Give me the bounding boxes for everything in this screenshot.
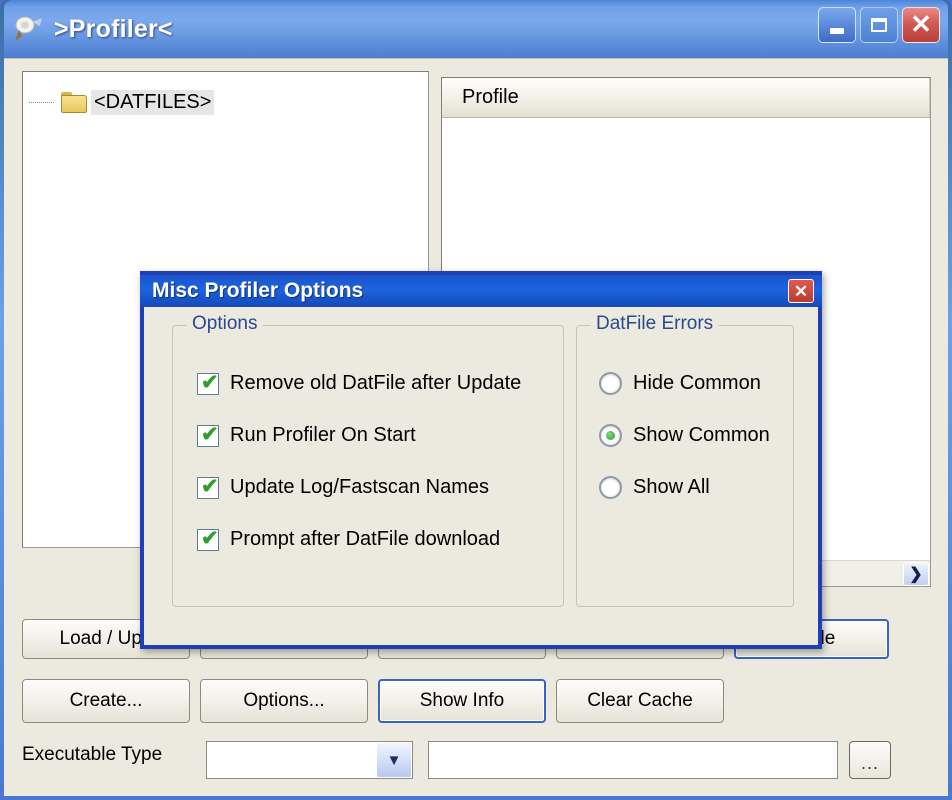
- checkbox-box[interactable]: ✔: [197, 422, 219, 447]
- tree-item-label: <DATFILES>: [91, 90, 215, 115]
- window-controls: ✕: [818, 7, 940, 43]
- radio-show-common[interactable]: Show Common: [599, 424, 770, 447]
- datfile-errors-groupbox: DatFile Errors Hide Common Show Common S…: [576, 313, 794, 607]
- options-group-title: Options: [187, 313, 263, 335]
- dialog-close-button[interactable]: ✕: [788, 279, 814, 303]
- datfile-errors-group-title: DatFile Errors: [591, 313, 719, 335]
- load-update-label: Load / Upd: [59, 628, 153, 649]
- checkbox-prompt-after-datfile-download[interactable]: ✔ Prompt after DatFile download: [197, 526, 501, 551]
- list-header: Profile: [442, 78, 930, 118]
- check-icon: ✔: [201, 474, 219, 498]
- tree-connector-line: [29, 102, 55, 103]
- maximize-icon: [871, 18, 887, 32]
- check-icon: ✔: [201, 526, 219, 550]
- window-title: >Profiler<: [54, 14, 173, 43]
- browse-button[interactable]: ...: [849, 741, 891, 779]
- checkbox-label: Run Profiler On Start: [230, 424, 416, 446]
- folder-icon: [61, 92, 87, 113]
- show-info-label: Show Info: [419, 690, 505, 711]
- checkbox-run-profiler-on-start[interactable]: ✔ Run Profiler On Start: [197, 422, 416, 447]
- show-info-button[interactable]: Show Info: [378, 679, 546, 723]
- chevron-down-icon[interactable]: ▼: [377, 743, 411, 777]
- checkbox-label: Remove old DatFile after Update: [230, 372, 522, 394]
- check-icon: ✔: [201, 422, 219, 446]
- profiler-app-icon: [12, 14, 46, 44]
- options-label: Options...: [243, 690, 325, 711]
- clear-cache-button[interactable]: Clear Cache: [556, 679, 724, 723]
- executable-path-input[interactable]: [428, 741, 838, 779]
- executable-type-dropdown[interactable]: ▼: [206, 741, 413, 779]
- tree-item-datfiles[interactable]: <DATFILES>: [29, 90, 215, 115]
- column-header-profile[interactable]: Profile: [442, 78, 930, 117]
- close-button[interactable]: ✕: [902, 7, 940, 43]
- checkbox-update-log-fastscan-names[interactable]: ✔ Update Log/Fastscan Names: [197, 474, 490, 499]
- minimize-button[interactable]: [818, 7, 856, 43]
- dialog-title: Misc Profiler Options: [152, 279, 364, 302]
- checkbox-label: Prompt after DatFile download: [230, 528, 501, 550]
- radio-button-circle[interactable]: [599, 476, 622, 499]
- close-icon: ✕: [793, 281, 809, 301]
- checkbox-box[interactable]: ✔: [197, 474, 219, 499]
- radio-show-all[interactable]: Show All: [599, 476, 710, 499]
- close-icon: ✕: [910, 8, 932, 39]
- checkbox-label: Update Log/Fastscan Names: [230, 476, 490, 498]
- radio-button-circle-selected[interactable]: [599, 424, 622, 447]
- main-window: >Profiler< ✕ <DATFILES> Profile ❯ Load /…: [0, 0, 952, 800]
- options-groupbox: Options ✔ Remove old DatFile after Updat…: [172, 313, 564, 607]
- options-button[interactable]: Options...: [200, 679, 368, 723]
- radio-hide-common[interactable]: Hide Common: [599, 372, 761, 395]
- window-titlebar[interactable]: >Profiler< ✕: [4, 0, 948, 58]
- radio-label: Hide Common: [633, 372, 761, 394]
- scroll-right-icon[interactable]: ❯: [903, 561, 929, 586]
- minimize-icon: [830, 28, 844, 34]
- checkbox-box[interactable]: ✔: [197, 370, 219, 395]
- radio-button-circle[interactable]: [599, 372, 622, 395]
- clear-cache-label: Clear Cache: [587, 690, 693, 711]
- maximize-button[interactable]: [860, 7, 898, 43]
- checkbox-box[interactable]: ✔: [197, 526, 219, 551]
- dialog-titlebar[interactable]: Misc Profiler Options ✕: [140, 271, 822, 307]
- executable-type-label: Executable Type: [22, 744, 163, 765]
- client-area: <DATFILES> Profile ❯ Load / Upd Create..…: [4, 58, 948, 796]
- create-button[interactable]: Create...: [22, 679, 190, 723]
- radio-label: Show All: [633, 476, 710, 498]
- check-icon: ✔: [201, 370, 219, 394]
- radio-label: Show Common: [633, 424, 770, 446]
- create-label: Create...: [69, 690, 143, 711]
- checkbox-remove-old-datfile[interactable]: ✔ Remove old DatFile after Update: [197, 370, 522, 395]
- misc-profiler-options-dialog: Misc Profiler Options ✕ Options ✔ Remove…: [140, 271, 822, 649]
